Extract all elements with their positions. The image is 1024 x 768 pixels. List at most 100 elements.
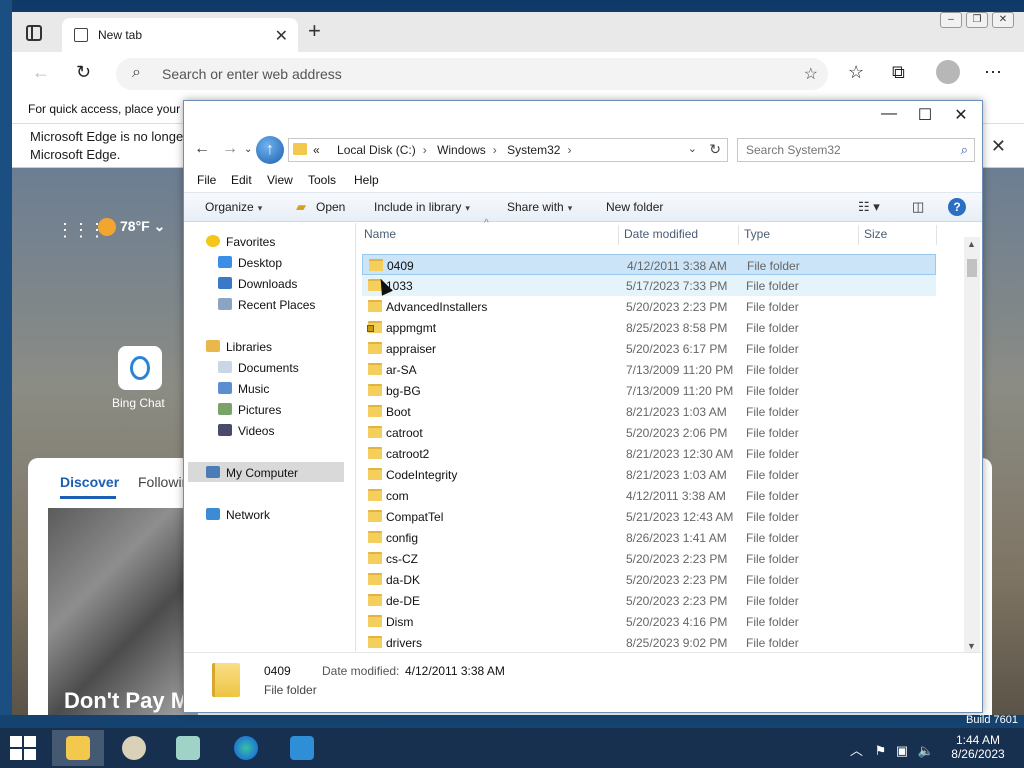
file-row-da-dk[interactable]: da-DK 5/20/2023 2:23 PM File folder xyxy=(362,569,936,590)
feed-tab-discover[interactable]: Discover xyxy=(60,474,119,490)
bing-chat-tile[interactable] xyxy=(118,346,162,390)
nav-my-computer[interactable]: My Computer xyxy=(206,466,298,480)
file-row-cs-cz[interactable]: cs-CZ 5/20/2023 2:23 PM File folder xyxy=(362,548,936,569)
show-hidden-icons-icon[interactable]: ︿ xyxy=(850,743,863,758)
search-icon[interactable]: ⌕ xyxy=(961,142,968,158)
breadcrumb-system32[interactable]: System32 xyxy=(507,143,560,157)
nav-item-videos[interactable]: Videos xyxy=(218,424,274,438)
column-header-type[interactable]: Type xyxy=(740,223,860,247)
file-row-advancedinstallers[interactable]: AdvancedInstallers 5/20/2023 2:23 PM File … xyxy=(362,296,936,317)
explorer-title-bar[interactable]: — ☐ ✕ xyxy=(184,101,982,131)
tab-actions-icon[interactable] xyxy=(26,25,42,41)
close-button[interactable]: ✕ xyxy=(946,105,976,125)
scroll-up-icon[interactable]: ▲ xyxy=(967,239,976,249)
file-row-drivers[interactable]: drivers 8/25/2023 9:02 PM File folder xyxy=(362,632,936,653)
browser-minimize-button[interactable]: – xyxy=(940,12,962,28)
nav-item-downloads[interactable]: Downloads xyxy=(218,277,297,291)
network-status-icon[interactable]: ▣ xyxy=(896,743,908,758)
new-folder-button[interactable]: New folder xyxy=(606,200,663,214)
nav-item-music[interactable]: Music xyxy=(218,382,269,396)
collections-icon[interactable]: ⧉ xyxy=(892,62,905,82)
column-header-date-modified[interactable]: Date modified xyxy=(620,223,740,247)
start-button[interactable] xyxy=(10,736,38,762)
recent-locations-chevron-icon[interactable]: ⌄ xyxy=(244,144,252,155)
back-arrow-icon[interactable]: ← xyxy=(32,62,50,82)
address-breadcrumb[interactable]: « Local Disk (C:) › Windows › System32 › ⌄ … xyxy=(288,138,728,162)
help-icon[interactable]: ? xyxy=(948,198,966,216)
file-row-0409[interactable]: 0409 4/12/2011 3:38 AM File folder xyxy=(362,254,936,275)
breadcrumb-windows[interactable]: Windows xyxy=(437,143,486,157)
column-header-name[interactable]: Name ^ xyxy=(360,218,620,247)
taskbar-control-panel[interactable] xyxy=(276,730,328,766)
nav-libraries[interactable]: Libraries xyxy=(206,340,272,354)
nav-item-desktop[interactable]: Desktop xyxy=(218,256,282,270)
menu-view[interactable]: View xyxy=(267,173,293,187)
nav-network[interactable]: Network xyxy=(206,508,270,522)
address-dropdown-icon[interactable]: ⌄ xyxy=(688,142,697,155)
up-folder-button[interactable]: ↑ xyxy=(256,136,284,164)
preview-pane-icon[interactable]: ◫ xyxy=(912,199,924,215)
taskbar-paint[interactable] xyxy=(108,730,160,766)
back-arrow-icon[interactable]: ← xyxy=(194,140,210,158)
file-row-bg-bg[interactable]: bg-BG 7/13/2009 11:20 PM File folder xyxy=(362,380,936,401)
maximize-button[interactable]: ☐ xyxy=(910,105,940,125)
info-close-icon[interactable]: ✕ xyxy=(991,136,1006,157)
nav-item-documents[interactable]: Documents xyxy=(218,361,299,375)
file-row-ar-sa[interactable]: ar-SA 7/13/2009 11:20 PM File folder xyxy=(362,359,936,380)
file-row-codeintegrity[interactable]: CodeIntegrity 8/21/2023 1:03 AM File folde… xyxy=(362,464,936,485)
tab-close-icon[interactable]: ✕ xyxy=(275,26,288,46)
browser-restore-button[interactable]: ❐ xyxy=(966,12,988,28)
column-separator[interactable] xyxy=(858,225,859,245)
organize-button[interactable]: Organize ▾ xyxy=(205,200,262,214)
search-input[interactable] xyxy=(738,139,948,161)
file-row-boot[interactable]: Boot 8/21/2023 1:03 AM File folder xyxy=(362,401,936,422)
breadcrumb-local-disk[interactable]: Local Disk (C:) xyxy=(337,143,416,157)
scroll-down-icon[interactable]: ▼ xyxy=(967,641,976,651)
scrollbar-thumb[interactable] xyxy=(967,259,977,277)
profile-avatar[interactable] xyxy=(936,60,960,84)
file-row-dism[interactable]: Dism 5/20/2023 4:16 PM File folder xyxy=(362,611,936,632)
file-row-catroot2[interactable]: catroot2 8/21/2023 12:30 AM File folder xyxy=(362,443,936,464)
action-center-flag-icon[interactable]: ⚑ xyxy=(875,743,887,758)
taskbar-notepad[interactable] xyxy=(162,730,214,766)
new-tab-button[interactable]: + xyxy=(308,20,321,42)
menu-tools[interactable]: Tools xyxy=(308,173,336,187)
more-options-icon[interactable]: ⋯ xyxy=(984,62,1002,82)
favorites-icon[interactable]: ☆ xyxy=(848,62,864,82)
column-separator[interactable] xyxy=(738,225,739,245)
breadcrumb-overflow[interactable]: « xyxy=(313,143,320,157)
refresh-icon[interactable]: ↻ xyxy=(76,62,91,82)
include-in-library-button[interactable]: Include in library ▾ xyxy=(374,200,470,214)
refresh-icon[interactable]: ↻ xyxy=(709,141,721,158)
file-row-1033[interactable]: 1033 5/17/2023 7:33 PM File folder xyxy=(362,275,936,296)
minimize-button[interactable]: — xyxy=(874,105,904,123)
file-row-appmgmt[interactable]: appmgmt 8/25/2023 8:58 PM File folder xyxy=(362,317,936,338)
share-with-button[interactable]: Share with ▾ xyxy=(507,200,572,214)
file-row-appraiser[interactable]: appraiser 5/20/2023 6:17 PM File folder xyxy=(362,338,936,359)
menu-edit[interactable]: Edit xyxy=(231,173,252,187)
taskbar-edge[interactable] xyxy=(220,730,272,766)
change-view-icon[interactable]: ☷ ▾ xyxy=(858,199,880,215)
volume-muted-icon[interactable]: 🔈 xyxy=(918,743,934,758)
menu-help[interactable]: Help xyxy=(354,173,379,187)
taskbar-file-explorer[interactable] xyxy=(52,730,104,766)
open-button[interactable]: Open xyxy=(316,200,345,214)
file-row-compattel[interactable]: CompatTel 5/21/2023 12:43 AM File folder xyxy=(362,506,936,527)
add-favorite-icon[interactable]: ☆ xyxy=(804,64,818,84)
column-header-size[interactable]: Size xyxy=(860,223,940,247)
forward-arrow-icon[interactable]: → xyxy=(222,140,238,158)
nav-item-recent-places[interactable]: Recent Places xyxy=(218,298,315,312)
column-separator[interactable] xyxy=(618,225,619,245)
file-row-config[interactable]: config 8/26/2023 1:41 AM File folder xyxy=(362,527,936,548)
address-bar[interactable]: ⌕ Search or enter web address ☆ xyxy=(116,58,828,90)
news-image[interactable] xyxy=(48,508,198,715)
menu-file[interactable]: File xyxy=(197,173,216,187)
column-separator[interactable] xyxy=(936,225,937,245)
nav-favorites[interactable]: Favorites xyxy=(206,235,275,249)
file-row-com[interactable]: com 4/12/2011 3:38 AM File folder xyxy=(362,485,936,506)
browser-tab-new-tab[interactable]: New tab ✕ xyxy=(62,18,298,52)
file-row-de-de[interactable]: de-DE 5/20/2023 2:23 PM File folder xyxy=(362,590,936,611)
nav-item-pictures[interactable]: Pictures xyxy=(218,403,281,417)
browser-close-button[interactable]: ✕ xyxy=(992,12,1014,28)
taskbar-clock[interactable]: 1:44 AM 8/26/2023 xyxy=(946,733,1010,761)
